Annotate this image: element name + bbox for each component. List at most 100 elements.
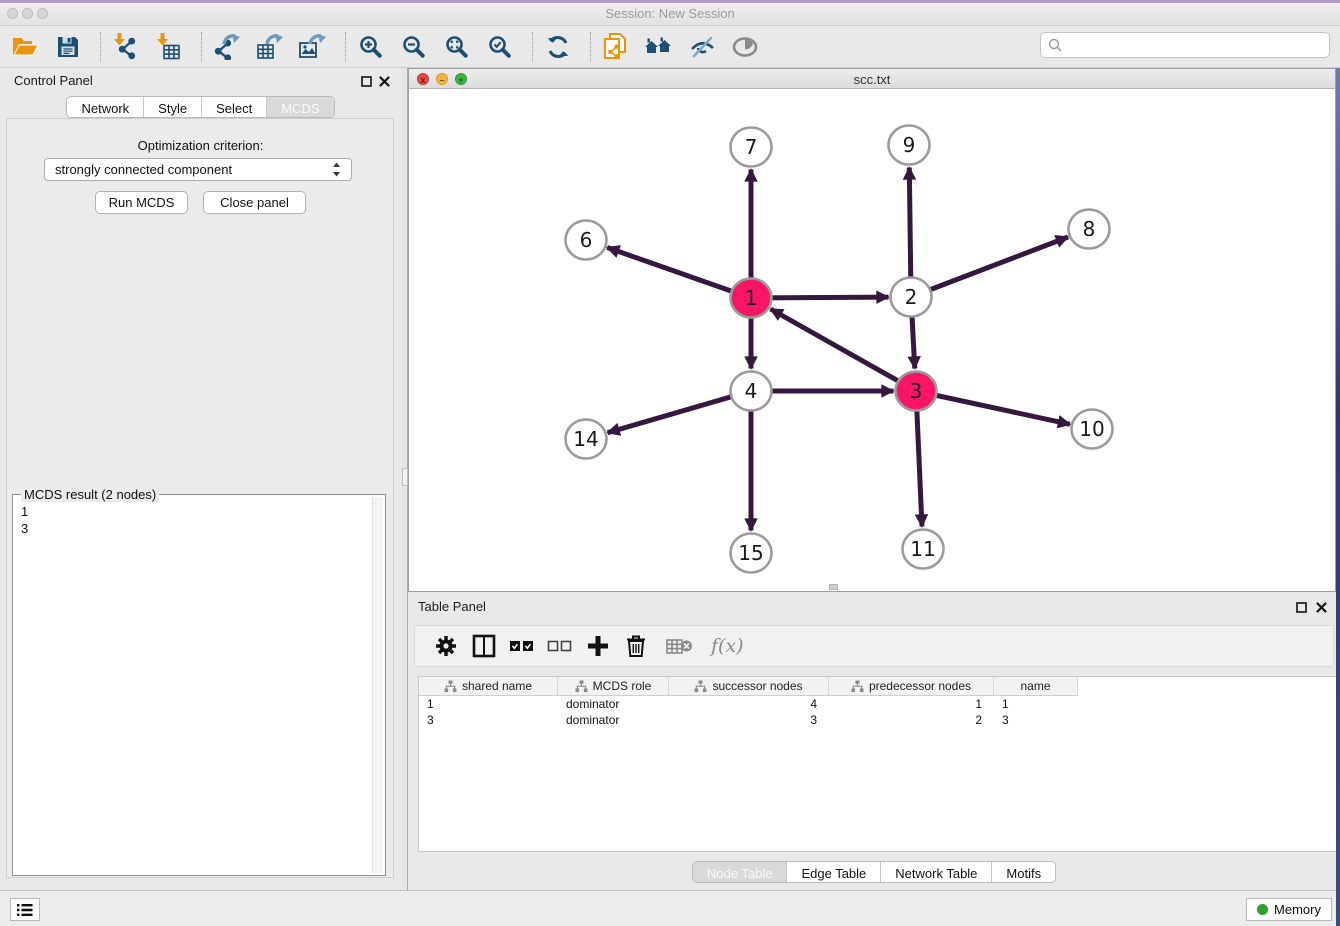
table-cell: 2 (829, 712, 994, 728)
table-tab-edge-table[interactable]: Edge Table (787, 862, 881, 883)
graph-node-3[interactable]: 3 (896, 372, 937, 411)
svg-text:9: 9 (903, 133, 916, 157)
tab-mcds[interactable]: MCDS (267, 97, 333, 118)
graph-node-6[interactable]: 6 (566, 221, 607, 260)
delete-table-icon (659, 631, 699, 661)
open-session-icon[interactable] (10, 31, 40, 63)
table-row[interactable]: 1dominator411 (419, 696, 1338, 712)
toggle-column-pane-icon[interactable] (469, 631, 499, 661)
table-panel: Table Panel f(x) shared name MCDS role suc… (408, 592, 1340, 890)
edge-3-10 (916, 391, 1070, 424)
close-panel-button[interactable]: Close panel (203, 191, 306, 214)
select-all-checks-icon[interactable] (507, 631, 537, 661)
export-table-icon[interactable] (255, 31, 285, 63)
column-header-MCDS-role[interactable]: MCDS role (558, 677, 669, 696)
first-neighbors-icon[interactable] (644, 31, 674, 63)
column-header-shared-name[interactable]: shared name (419, 677, 558, 696)
table-tab-node-table[interactable]: Node Table (693, 862, 788, 883)
network-canvas[interactable]: 7 9 6 8 1 2 4 3 14 10 15 11 (409, 89, 1335, 591)
title-bar: Session: New Session (0, 0, 1340, 26)
hide-graphics-details-icon[interactable] (687, 31, 717, 63)
window-title: Session: New Session (0, 6, 1340, 21)
memory-status-dot (1257, 904, 1268, 915)
search-icon (1047, 37, 1063, 53)
graph-node-1[interactable]: 1 (731, 279, 772, 318)
graph-node-14[interactable]: 14 (566, 420, 607, 459)
add-column-icon[interactable] (583, 631, 613, 661)
edge-4-14 (608, 391, 751, 433)
tab-style[interactable]: Style (144, 97, 202, 118)
table-panel-title: Table Panel (418, 599, 486, 614)
network-window-titlebar: x – + scc.txt (409, 69, 1335, 89)
column-label: MCDS role (593, 679, 652, 693)
close-panel-icon[interactable] (378, 75, 391, 88)
zoom-in-icon[interactable] (356, 31, 386, 63)
graph-node-8[interactable]: 8 (1069, 210, 1110, 249)
table-header-row: shared name MCDS role successor nodesprede… (419, 677, 1338, 696)
table-close-icon[interactable] (1315, 601, 1328, 614)
table-tab-motifs[interactable]: Motifs (992, 862, 1055, 883)
duplicate-network-icon[interactable] (601, 31, 631, 63)
svg-text:10: 10 (1079, 417, 1104, 441)
svg-text:f(x): f(x) (710, 635, 744, 657)
toolbar-separator (201, 32, 202, 62)
network-graph[interactable]: 7 9 6 8 1 2 4 3 14 10 15 11 (409, 89, 1335, 591)
import-table-icon[interactable] (154, 31, 184, 63)
mcds-result-box: MCDS result (2 nodes) 13 (12, 494, 386, 876)
svg-text:14: 14 (573, 427, 598, 451)
application-window: Session: New Session Control Panel Netwo… (0, 0, 1340, 926)
float-panel-icon[interactable] (360, 75, 373, 88)
delete-column-trash-icon[interactable] (621, 631, 651, 661)
show-graphics-details-icon[interactable] (730, 31, 760, 63)
task-history-button[interactable] (10, 898, 40, 921)
canvas-scroll-nub[interactable] (829, 584, 838, 590)
deselect-all-checks-icon[interactable] (545, 631, 575, 661)
export-image-icon[interactable] (298, 31, 328, 63)
graph-node-11[interactable]: 11 (903, 530, 944, 569)
zoom-out-icon[interactable] (399, 31, 429, 63)
table-toolbar: f(x) (414, 625, 1334, 667)
svg-text:11: 11 (910, 537, 935, 561)
graph-node-4[interactable]: 4 (731, 372, 772, 411)
node-table: shared name MCDS role successor nodesprede… (418, 676, 1339, 852)
graph-node-10[interactable]: 10 (1072, 410, 1113, 449)
optimization-select[interactable]: strongly connected component (44, 158, 352, 181)
column-tree-icon (444, 680, 457, 693)
refresh-view-icon[interactable] (543, 31, 573, 63)
graph-node-9[interactable]: 9 (889, 126, 930, 165)
save-session-icon[interactable] (53, 31, 83, 63)
tab-select[interactable]: Select (202, 97, 267, 118)
column-settings-gear-icon[interactable] (431, 631, 461, 661)
svg-text:2: 2 (905, 285, 918, 309)
graph-node-2[interactable]: 2 (891, 278, 932, 317)
edge-3-1 (771, 309, 916, 391)
column-header-name[interactable]: name (994, 677, 1078, 696)
zoom-fit-icon[interactable] (442, 31, 472, 63)
graph-node-15[interactable]: 15 (731, 534, 772, 573)
search-input[interactable] (1063, 35, 1329, 55)
zoom-selected-icon[interactable] (485, 31, 515, 63)
table-tabs: Node TableEdge TableNetwork TableMotifs (408, 861, 1340, 883)
export-network-icon[interactable] (212, 31, 242, 63)
run-mcds-button[interactable]: Run MCDS (95, 191, 188, 214)
table-body: 1dominator4113dominator323 (419, 696, 1338, 728)
result-scrollbar[interactable] (372, 497, 383, 873)
table-row[interactable]: 3dominator323 (419, 712, 1338, 728)
column-header-predecessor-nodes[interactable]: predecessor nodes (829, 677, 994, 696)
panel-split-divider[interactable] (401, 68, 408, 890)
status-bar: Memory (0, 890, 1340, 926)
svg-text:15: 15 (738, 541, 763, 565)
tab-group: NetworkStyleSelectMCDS (66, 96, 334, 118)
column-tree-icon (851, 680, 864, 693)
table-tab-network-table[interactable]: Network Table (881, 862, 992, 883)
column-header-successor-nodes[interactable]: successor nodes (669, 677, 829, 696)
memory-button[interactable]: Memory (1246, 898, 1332, 921)
svg-text:7: 7 (745, 135, 758, 159)
table-cell: 4 (669, 696, 829, 712)
table-cell: 3 (669, 712, 829, 728)
import-network-icon[interactable] (111, 31, 141, 63)
graph-node-7[interactable]: 7 (731, 128, 772, 167)
tab-network[interactable]: Network (67, 97, 144, 118)
column-tree-icon (575, 680, 588, 693)
table-float-icon[interactable] (1295, 601, 1308, 614)
